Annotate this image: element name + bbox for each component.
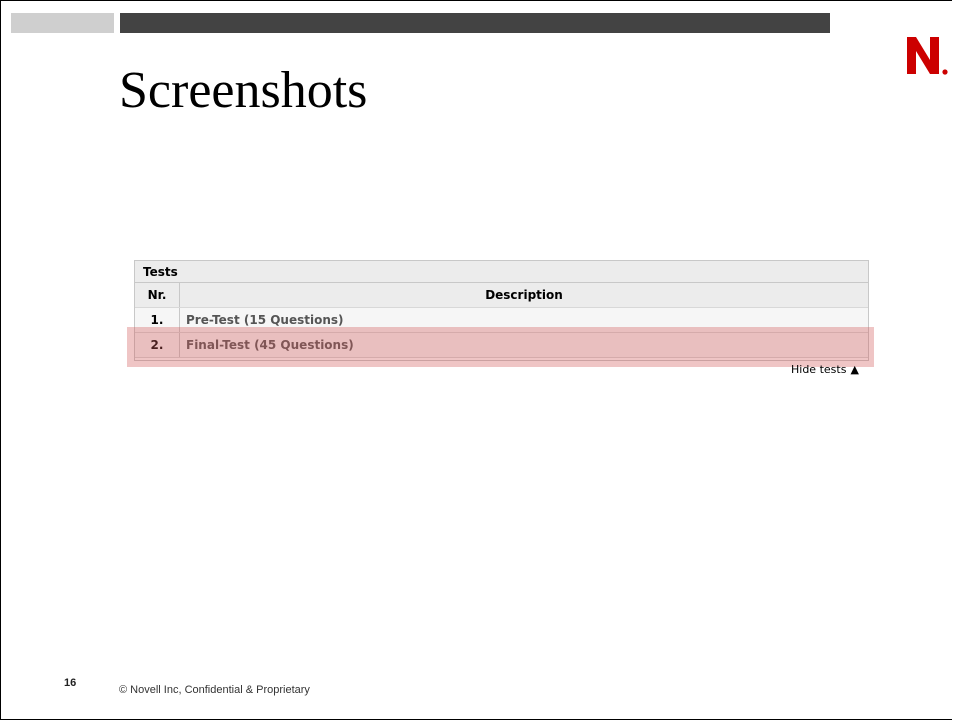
slide-title: Screenshots [119, 62, 368, 119]
novell-logo [907, 37, 948, 75]
hide-tests-label: Hide tests [791, 363, 847, 376]
slide: Screenshots Tests Nr. Description 1. Pre… [0, 0, 952, 720]
page-number: 16 [64, 677, 77, 689]
header-bar-gray [11, 13, 114, 33]
row-highlight-overlay [127, 327, 874, 367]
tests-panel-header: Tests [135, 261, 868, 283]
column-header-nr[interactable]: Nr. [135, 283, 180, 308]
hide-tests-link[interactable]: Hide tests ▲ [791, 363, 859, 376]
triangle-up-icon: ▲ [850, 363, 859, 376]
footer-copyright: © Novell Inc, Confidential & Proprietary [119, 684, 310, 696]
tests-table-header-row: Nr. Description [135, 283, 868, 308]
column-header-description[interactable]: Description [179, 283, 868, 308]
header-bar-dark [120, 13, 830, 33]
